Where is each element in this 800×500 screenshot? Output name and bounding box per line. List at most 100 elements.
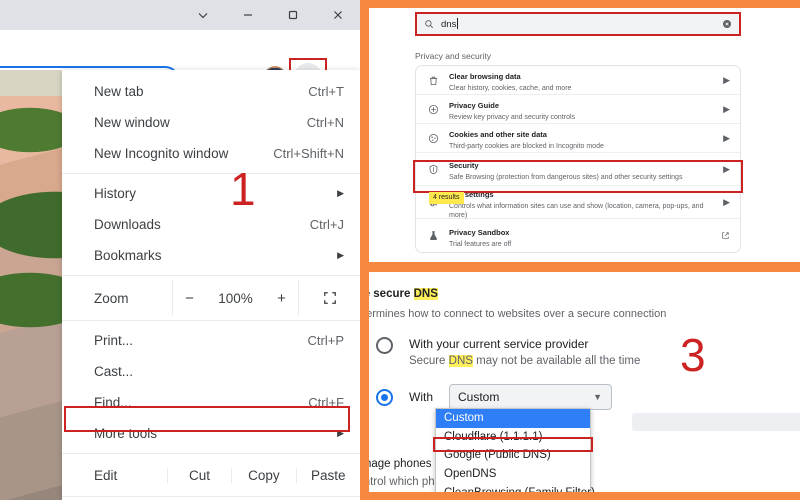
annotation-number-3: 3: [680, 329, 706, 381]
menu-item-more-tools[interactable]: More tools ▶: [62, 418, 360, 449]
option-description: Secure DNS may not be available all the …: [409, 353, 640, 370]
dropdown-option-cleanbrowsing[interactable]: CleanBrowsing (Family Filter): [436, 484, 595, 492]
settings-row-cookies[interactable]: Cookies and other site data Third-party …: [416, 124, 740, 153]
dropdown-option-custom[interactable]: Custom: [436, 409, 590, 428]
secure-dns-subtitle: Determines how to connect to websites ov…: [360, 308, 667, 320]
orange-separator-horizontal: [360, 262, 800, 272]
menu-edit-row: Edit Cut Copy Paste: [62, 458, 360, 492]
settings-row-title: Privacy Guide: [449, 101, 500, 111]
menu-item-label: History: [94, 186, 137, 201]
section-title: Privacy and security: [415, 51, 492, 61]
chevron-down-icon[interactable]: [180, 0, 225, 30]
option-text: With your current service provider Secur…: [409, 336, 640, 371]
custom-dns-input[interactable]: [632, 413, 800, 431]
zoom-controls: − 100% +: [172, 280, 298, 316]
dropdown-option-google[interactable]: Google (Public DNS): [436, 446, 590, 465]
settings-row-text: Privacy Sandbox Trial features are off: [449, 222, 712, 249]
menu-item-label: New Incognito window: [94, 146, 229, 161]
submenu-arrow-icon: ▶: [337, 250, 344, 260]
search-icon: [424, 19, 434, 29]
settings-row-security[interactable]: Security Safe Browsing (protection from …: [416, 153, 740, 186]
settings-row-site-settings[interactable]: Site settings Controls what information …: [416, 186, 740, 219]
menu-item-cut[interactable]: Cut: [166, 467, 231, 483]
clear-icon[interactable]: [722, 19, 732, 29]
menu-divider: [62, 453, 360, 454]
settings-row-subtitle: Controls what information sites can use …: [449, 202, 704, 219]
menu-item-print[interactable]: Print... Ctrl+P: [62, 325, 360, 356]
search-input[interactable]: dns: [417, 14, 739, 34]
menu-item-paste[interactable]: Paste: [295, 467, 360, 483]
dns-provider-select[interactable]: Custom ▼: [449, 384, 612, 410]
select-value: Custom: [458, 390, 500, 404]
zoom-in-button[interactable]: +: [277, 290, 286, 307]
external-link-icon[interactable]: [721, 231, 730, 240]
desc-suffix: may not be available all the time: [472, 355, 641, 368]
orange-separator-bottom: [360, 492, 800, 500]
desc-highlight: DNS: [448, 355, 473, 368]
menu-item-copy[interactable]: Copy: [231, 467, 295, 483]
dns-provider-dropdown-list[interactable]: Custom Cloudflare (1.1.1.1) Google (Publ…: [435, 408, 595, 492]
menu-item-downloads[interactable]: Downloads Ctrl+J: [62, 209, 360, 240]
settings-row-text: Cookies and other site data Third-party …: [449, 124, 714, 151]
title-highlight: DNS: [413, 288, 438, 300]
radio-button-unselected[interactable]: [376, 337, 393, 354]
radio-button-selected[interactable]: [376, 389, 393, 406]
menu-item-new-tab[interactable]: New tab Ctrl+T: [62, 76, 360, 107]
submenu-arrow-icon: ▶: [337, 188, 344, 198]
dns-option-custom[interactable]: With Custom ▼: [376, 384, 612, 410]
browser-toolbar: [0, 30, 360, 96]
zoom-label: Zoom: [94, 290, 129, 306]
zoom-out-button[interactable]: −: [185, 290, 194, 307]
search-field-highlight: dns: [415, 12, 741, 36]
settings-row-privacy-guide[interactable]: Privacy Guide Review key privacy and sec…: [416, 95, 740, 124]
minimize-icon[interactable]: [225, 0, 270, 30]
settings-search-panel: dns Privacy and security Clear browsing …: [369, 8, 800, 262]
settings-row-text: Clear browsing data Clear history, cooki…: [449, 66, 714, 93]
menu-item-edit: Edit: [94, 467, 118, 483]
dropdown-option-opendns[interactable]: OpenDNS: [436, 465, 590, 484]
chrome-main-menu: New tab Ctrl+T New window Ctrl+N New Inc…: [62, 70, 360, 500]
menu-item-label: New tab: [94, 84, 144, 99]
title-bar: [0, 0, 360, 30]
menu-item-new-window[interactable]: New window Ctrl+N: [62, 107, 360, 138]
menu-divider: [62, 173, 360, 174]
settings-row-clear-browsing-data[interactable]: Clear browsing data Clear history, cooki…: [416, 66, 740, 95]
submenu-arrow-icon: ▶: [337, 428, 344, 438]
settings-row-text: Site settings Controls what information …: [449, 184, 714, 221]
menu-item-accelerator: Ctrl+J: [309, 217, 344, 232]
menu-item-label: Downloads: [94, 217, 161, 232]
menu-item-find[interactable]: Find... Ctrl+F: [62, 387, 360, 418]
settings-row-title: Privacy Sandbox: [449, 227, 510, 237]
menu-item-bookmarks[interactable]: Bookmarks ▶: [62, 240, 360, 271]
chevron-down-icon: ▼: [593, 392, 602, 402]
menu-item-cast[interactable]: Cast...: [62, 356, 360, 387]
fullscreen-icon[interactable]: [298, 280, 360, 316]
desc-prefix: Secure: [409, 355, 449, 368]
dropdown-option-cloudflare[interactable]: Cloudflare (1.1.1.1): [436, 428, 590, 447]
chrome-browser-panel: New tab Ctrl+T New window Ctrl+N New Inc…: [0, 0, 360, 500]
menu-item-accelerator: Ctrl+P: [307, 333, 344, 348]
zoom-level-value: 100%: [218, 290, 253, 306]
menu-item-history[interactable]: History ▶: [62, 178, 360, 209]
annotation-number-1: 1: [230, 163, 256, 215]
search-query-text: dns: [441, 17, 715, 30]
results-count-badge: 4 results: [429, 192, 465, 205]
menu-item-accelerator: Ctrl+Shift+N: [273, 146, 344, 161]
settings-row-title: Clear browsing data: [449, 72, 521, 82]
trash-icon: [426, 75, 440, 86]
menu-item-accelerator: Ctrl+N: [306, 115, 344, 130]
settings-row-subtitle: Safe Browsing (protection from dangerous…: [449, 174, 683, 182]
chevron-right-icon: ▶: [723, 163, 730, 174]
menu-item-new-incognito-window[interactable]: New Incognito window Ctrl+Shift+N: [62, 138, 360, 169]
settings-row-text: Security Safe Browsing (protection from …: [449, 155, 714, 182]
window-controls: [180, 0, 360, 30]
settings-row-privacy-sandbox[interactable]: Privacy Sandbox Trial features are off: [416, 219, 740, 252]
close-icon[interactable]: [315, 0, 360, 30]
menu-item-label: Find...: [94, 395, 132, 410]
with-label: With: [409, 390, 433, 404]
maximize-icon[interactable]: [270, 0, 315, 30]
menu-divider: [62, 275, 360, 276]
settings-row-title: Security: [449, 161, 479, 171]
dns-option-current-provider[interactable]: With your current service provider Secur…: [376, 336, 640, 371]
settings-row-subtitle: Review key privacy and security controls: [449, 114, 576, 122]
